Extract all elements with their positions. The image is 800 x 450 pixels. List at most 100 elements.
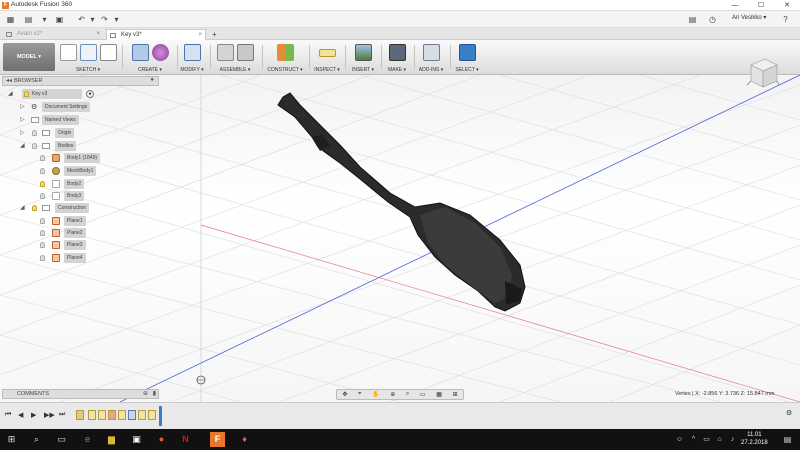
people-icon[interactable]: ☺ — [672, 432, 687, 447]
visibility-bulb-icon[interactable] — [40, 193, 45, 199]
inspect-label[interactable]: INSPECT ▾ — [312, 67, 342, 73]
timeline-marker[interactable] — [159, 406, 162, 426]
visibility-bulb-icon[interactable] — [32, 130, 37, 136]
assemble-group[interactable]: ASSEMBLE ▾ — [212, 42, 258, 73]
activate-radio-icon[interactable]: ● — [86, 90, 94, 98]
help-icon[interactable]: ? — [779, 13, 792, 26]
select-arrow-icon[interactable] — [458, 44, 476, 61]
timeline-feature[interactable] — [108, 410, 116, 420]
add-comment-icon[interactable]: ⊕ — [143, 390, 148, 397]
tab-avain-v2[interactable]: Avain v2* × — [3, 29, 103, 40]
tree-item-document-settings[interactable]: ▷ ⚙ Document Settings — [20, 102, 120, 112]
workspace-switcher[interactable]: MODEL ▾ — [3, 43, 55, 71]
timeline-feature[interactable] — [88, 410, 96, 420]
visibility-bulb-icon[interactable] — [24, 91, 29, 97]
3d-viewport[interactable] — [0, 75, 800, 402]
taskbar-clock[interactable]: 11.01 27.2.2018 — [741, 431, 768, 447]
comments-panel-header[interactable]: COMMENTS ⊕ ▮ — [2, 389, 159, 399]
collapse-icon[interactable]: ◂◂ — [6, 77, 12, 84]
form-sphere-icon[interactable] — [151, 44, 169, 61]
collapse-icon[interactable]: ▮ — [153, 390, 156, 397]
display-settings-icon[interactable]: ▭ — [420, 391, 426, 398]
insert-image-icon[interactable] — [354, 44, 372, 61]
create-label[interactable]: CREATE ▾ — [126, 67, 174, 73]
inspect-group[interactable]: INSPECT ▾ — [312, 42, 342, 73]
firefox-icon[interactable]: ● — [154, 432, 169, 447]
select-label[interactable]: SELECT ▾ — [453, 67, 481, 73]
grid-settings-icon[interactable]: ▦ — [436, 391, 442, 398]
tree-item-plane3[interactable]: Plane3 — [40, 240, 140, 250]
step-forward-icon[interactable]: ▶▶ — [44, 411, 55, 419]
insert-label[interactable]: INSERT ▾ — [348, 67, 378, 73]
file-dropdown-icon[interactable]: ▾ — [38, 13, 51, 26]
search-icon[interactable]: ⌕ — [29, 432, 44, 447]
location-pin-icon[interactable]: ♦ — [237, 432, 252, 447]
expand-triangle-icon[interactable]: ▷ — [20, 129, 25, 136]
file-menu-icon[interactable]: ▤ — [22, 13, 35, 26]
press-pull-icon[interactable] — [183, 44, 201, 61]
windows-start-icon[interactable]: ⊞ — [4, 432, 19, 447]
modify-group[interactable]: MODIFY ▾ — [180, 42, 204, 73]
tree-item-body3[interactable]: Body3 — [40, 191, 140, 201]
visibility-bulb-icon[interactable] — [40, 218, 45, 224]
timeline-feature[interactable] — [98, 410, 106, 420]
pan-icon[interactable]: ✋ — [372, 391, 379, 398]
line-icon[interactable] — [79, 44, 97, 61]
create-group[interactable]: CREATE ▾ — [126, 42, 174, 73]
look-at-icon[interactable]: ⌖ — [358, 391, 361, 398]
timeline-settings-icon[interactable]: ⚙ — [786, 409, 792, 417]
browser-pin-icon[interactable]: ● — [150, 77, 154, 83]
minimize-button[interactable]: — — [722, 0, 748, 11]
modify-label[interactable]: MODIFY ▾ — [180, 67, 204, 73]
visibility-bulb-icon[interactable] — [40, 155, 45, 161]
extrude-icon[interactable] — [131, 44, 149, 61]
tree-item-meshbody1[interactable]: MeshBody1 — [40, 166, 140, 176]
addins-group[interactable]: ADD-INS ▾ — [416, 42, 446, 73]
fit-icon[interactable]: ⌕ — [406, 391, 409, 398]
file-explorer-icon[interactable]: ▆ — [104, 432, 119, 447]
tree-item-body1[interactable]: Body1 (1849) — [40, 153, 140, 163]
tree-item-origin[interactable]: ▷ Origin — [20, 128, 120, 138]
expand-triangle-icon[interactable]: ◢ — [20, 204, 25, 211]
expand-triangle-icon[interactable]: ◢ — [20, 142, 25, 149]
tree-root[interactable]: ◢ Key v3 ● — [8, 89, 108, 99]
offset-plane-icon[interactable] — [276, 44, 294, 61]
tree-item-plane1[interactable]: Plane1 — [40, 216, 140, 226]
redo-dropdown-icon[interactable]: ▾ — [110, 13, 123, 26]
make-label[interactable]: MAKE ▾ — [383, 67, 411, 73]
step-back-icon[interactable]: ◀ — [18, 411, 23, 419]
visibility-bulb-icon[interactable] — [32, 143, 37, 149]
timeline-feature[interactable] — [138, 410, 146, 420]
notifications-icon[interactable]: ▤ — [780, 432, 795, 447]
browser-panel-header[interactable]: ◂◂ BROWSER ● — [2, 76, 159, 86]
scripts-addins-icon[interactable] — [422, 44, 440, 61]
tree-item-construction[interactable]: ◢ Construction — [20, 203, 120, 213]
user-menu[interactable]: Ari Vesikko ▾ — [732, 14, 766, 21]
fusion-taskbar-icon[interactable]: F — [210, 432, 225, 447]
timeline-feature[interactable] — [76, 410, 84, 420]
addins-label[interactable]: ADD-INS ▾ — [416, 67, 446, 73]
visibility-bulb-icon[interactable] — [40, 242, 45, 248]
netflix-icon[interactable]: N — [178, 432, 193, 447]
make-group[interactable]: MAKE ▾ — [383, 42, 411, 73]
insert-group[interactable]: INSERT ▾ — [348, 42, 378, 73]
new-component-icon[interactable] — [216, 44, 234, 61]
visibility-bulb-icon[interactable] — [40, 255, 45, 261]
edge-browser-icon[interactable]: e — [80, 432, 95, 447]
job-status-icon[interactable]: ▤ — [686, 13, 699, 26]
sketch-group[interactable]: SKETCH ▾ — [58, 42, 118, 73]
expand-triangle-icon[interactable]: ◢ — [8, 90, 13, 97]
data-panel-grid-icon[interactable]: ▦ — [4, 13, 17, 26]
tree-item-plane4[interactable]: Plane4 — [40, 253, 140, 263]
create-sketch-icon[interactable] — [59, 44, 77, 61]
view-cube[interactable] — [745, 55, 780, 95]
tree-item-plane2[interactable]: Plane2 — [40, 228, 140, 238]
play-icon[interactable]: ▶ — [31, 411, 36, 419]
viewports-icon[interactable]: ⊞ — [453, 391, 458, 398]
visibility-bulb-icon[interactable] — [40, 230, 45, 236]
expand-triangle-icon[interactable]: ▷ — [20, 103, 25, 110]
timeline-feature[interactable] — [118, 410, 126, 420]
maximize-button[interactable]: ☐ — [748, 0, 774, 11]
joint-icon[interactable] — [236, 44, 254, 61]
tab-close-icon[interactable]: × — [96, 29, 100, 40]
